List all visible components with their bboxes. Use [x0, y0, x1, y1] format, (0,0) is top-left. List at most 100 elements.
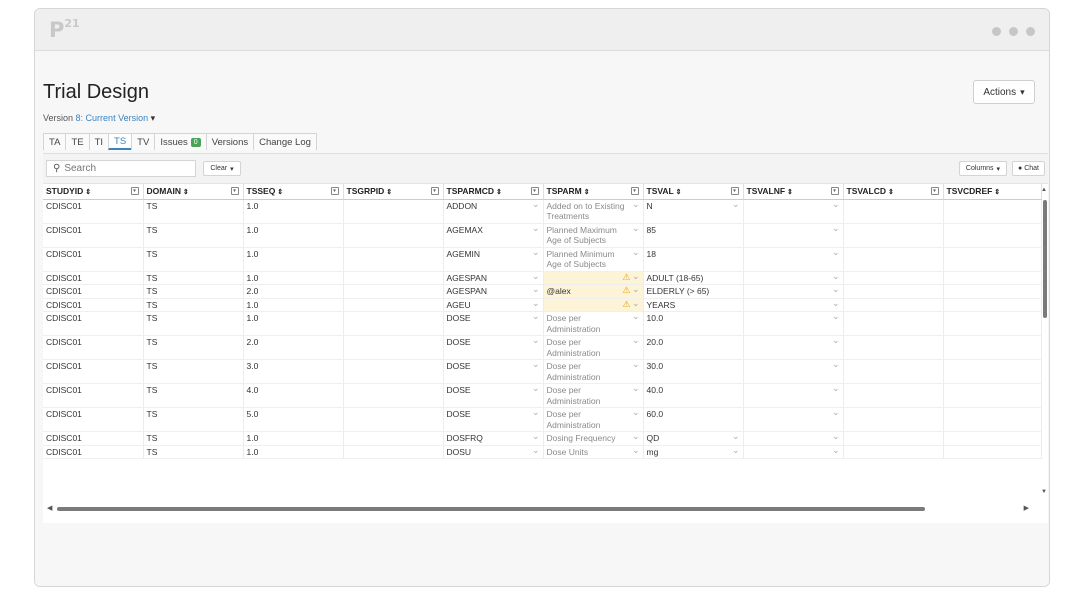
- cell-tsseq[interactable]: 5.0: [243, 407, 344, 432]
- column-header-tsvalnf[interactable]: TSVALNF ⇕ ▾: [743, 184, 844, 200]
- cell-tsparm[interactable]: Planned Minimum Age of Subjects: [543, 246, 644, 272]
- cell-tsparm[interactable]: Planned Maximum Age of Subjects: [543, 222, 644, 248]
- cell-tsparm[interactable]: ⚠: [543, 270, 644, 285]
- cell-tsgrpid[interactable]: [343, 199, 444, 224]
- cell-tsparmcd[interactable]: AGESPAN: [443, 270, 544, 285]
- cell-studyid[interactable]: CDISC01: [43, 431, 144, 446]
- cell-tsvcdref[interactable]: [943, 247, 1042, 272]
- cell-tsparm[interactable]: Dose per Administration: [543, 335, 644, 360]
- sort-icon[interactable]: ⇕: [275, 189, 283, 196]
- cell-tsvcdref[interactable]: [943, 199, 1042, 224]
- cell-tsseq[interactable]: 1.0: [243, 223, 344, 248]
- cell-tsgrpid[interactable]: [343, 335, 444, 360]
- cell-tsparm[interactable]: Dose per Administration: [543, 383, 644, 408]
- cell-tsseq[interactable]: 3.0: [243, 359, 344, 384]
- cell-domain[interactable]: TS: [143, 445, 244, 459]
- cell-studyid[interactable]: CDISC01: [43, 445, 144, 459]
- cell-tsparmcd[interactable]: DOSFRQ: [443, 431, 544, 446]
- cell-tsgrpid[interactable]: [343, 223, 444, 248]
- filter-icon[interactable]: ▾: [530, 187, 539, 195]
- tab-versions[interactable]: Versions: [205, 133, 255, 150]
- cell-domain[interactable]: TS: [143, 271, 244, 285]
- cell-tsvcdref[interactable]: [943, 445, 1042, 459]
- cell-tsgrpid[interactable]: [343, 431, 444, 446]
- column-header-tsval[interactable]: TSVAL ⇕ ▾: [643, 184, 744, 200]
- filter-icon[interactable]: ▾: [230, 187, 239, 195]
- cell-tsvcdref[interactable]: [943, 359, 1042, 384]
- cell-tsgrpid[interactable]: [343, 298, 444, 312]
- cell-tsparmcd[interactable]: AGESPAN: [443, 284, 544, 299]
- cell-tsgrpid[interactable]: [343, 247, 444, 272]
- cell-tsvcdref[interactable]: [943, 311, 1042, 336]
- filter-icon[interactable]: ▾: [630, 187, 639, 195]
- cell-tsvalcd[interactable]: [843, 247, 944, 272]
- cell-tsval[interactable]: ADULT (18-65): [643, 271, 744, 285]
- cell-tsvalcd[interactable]: [843, 445, 944, 459]
- sort-icon[interactable]: ⇕: [384, 189, 392, 196]
- cell-domain[interactable]: TS: [143, 199, 244, 224]
- version-selector[interactable]: Version 8: Current Version ▾: [43, 113, 155, 124]
- horizontal-scrollbar[interactable]: ◀ ▶: [43, 504, 1033, 514]
- cell-domain[interactable]: TS: [143, 284, 244, 299]
- cell-tsparm[interactable]: Dosing Frequency: [543, 431, 644, 446]
- warning-icon[interactable]: ⚠: [622, 299, 630, 310]
- cell-tsval[interactable]: mg: [643, 444, 744, 459]
- cell-tsparmcd[interactable]: DOSE: [443, 359, 544, 384]
- cell-tsparmcd[interactable]: AGEMIN: [443, 246, 544, 272]
- warning-icon[interactable]: ⚠: [622, 285, 630, 296]
- filter-icon[interactable]: ▾: [730, 187, 739, 195]
- cell-tsvcdref[interactable]: [943, 407, 1042, 432]
- cell-tsgrpid[interactable]: [343, 445, 444, 459]
- cell-tsvalnf[interactable]: [743, 222, 844, 248]
- cell-tsgrpid[interactable]: [343, 271, 444, 285]
- cell-tsval[interactable]: N: [643, 198, 744, 224]
- cell-domain[interactable]: TS: [143, 359, 244, 384]
- cell-tsvalcd[interactable]: [843, 199, 944, 224]
- app-logo[interactable]: P21: [49, 17, 80, 42]
- cell-studyid[interactable]: CDISC01: [43, 298, 144, 312]
- cell-domain[interactable]: TS: [143, 407, 244, 432]
- cell-tsgrpid[interactable]: [343, 383, 444, 408]
- chat-button[interactable]: ● Chat: [1012, 161, 1045, 176]
- table-row[interactable]: CDISC01TS5.0 DOSEDose per Administration6…: [43, 407, 1042, 432]
- cell-tsvcdref[interactable]: [943, 223, 1042, 248]
- cell-studyid[interactable]: CDISC01: [43, 383, 144, 408]
- table-row[interactable]: CDISC01TS4.0 DOSEDose per Administration4…: [43, 383, 1042, 408]
- column-header-tsseq[interactable]: TSSEQ ⇕ ▾: [243, 184, 344, 200]
- column-header-tsparm[interactable]: TSPARM ⇕ ▾: [543, 184, 644, 200]
- cell-studyid[interactable]: CDISC01: [43, 359, 144, 384]
- tab-tv[interactable]: TV: [131, 133, 156, 150]
- cell-tsval[interactable]: QD: [643, 431, 744, 446]
- cell-tsvalnf[interactable]: [743, 359, 844, 384]
- sort-icon[interactable]: ⇕: [582, 189, 590, 196]
- cell-domain[interactable]: TS: [143, 383, 244, 408]
- column-header-tsgrpid[interactable]: TSGRPID ⇕ ▾: [343, 184, 444, 200]
- tab-issues[interactable]: Issues 0: [154, 133, 207, 150]
- table-row[interactable]: CDISC01TS1.0 AGESPAN ⚠ ADULT (18-65): [43, 270, 1042, 285]
- cell-domain[interactable]: TS: [143, 335, 244, 360]
- filter-icon[interactable]: ▾: [830, 187, 839, 195]
- cell-tsparmcd[interactable]: DOSE: [443, 383, 544, 408]
- cell-tsparm[interactable]: @alex ⚠: [543, 284, 644, 299]
- cell-tsvalcd[interactable]: [843, 335, 944, 360]
- cell-tsgrpid[interactable]: [343, 359, 444, 384]
- cell-tsvalcd[interactable]: [843, 407, 944, 432]
- cell-tsvcdref[interactable]: [943, 298, 1042, 312]
- cell-tsval[interactable]: 20.0: [643, 335, 744, 360]
- sort-icon[interactable]: ⇕: [886, 189, 894, 196]
- table-row[interactable]: CDISC01TS1.0 DOSFRQDosing FrequencyQD: [43, 431, 1042, 446]
- cell-tsvalnf[interactable]: [743, 297, 844, 312]
- cell-tsparm[interactable]: Dose Units: [543, 444, 644, 459]
- cell-tsseq[interactable]: 1.0: [243, 298, 344, 312]
- sort-icon[interactable]: ⇕: [181, 189, 189, 196]
- table-row[interactable]: CDISC01TS1.0 DOSUDose Unitsmg: [43, 444, 1042, 459]
- tab-ti[interactable]: TI: [88, 133, 110, 150]
- filter-icon[interactable]: ▾: [130, 187, 139, 195]
- cell-tsgrpid[interactable]: [343, 407, 444, 432]
- cell-tsvalnf[interactable]: [743, 198, 844, 224]
- cell-tsvalcd[interactable]: [843, 359, 944, 384]
- horizontal-scroll-thumb[interactable]: [57, 507, 925, 511]
- cell-domain[interactable]: TS: [143, 431, 244, 446]
- cell-tsparmcd[interactable]: AGEMAX: [443, 222, 544, 248]
- columns-button[interactable]: Columns ▾: [959, 161, 1007, 176]
